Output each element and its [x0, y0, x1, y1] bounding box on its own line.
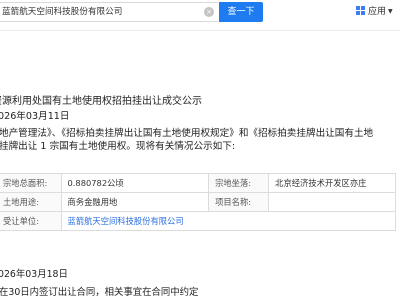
table-cell-label: 受让单位:: [0, 211, 62, 231]
apps-label: 应用: [368, 7, 387, 17]
page: 蓝箭航天空间科技股份有限公司 × 查一下 应用 ▼ 资源利用处国有土地使用权招拍挂…: [0, 0, 400, 300]
search-input[interactable]: 蓝箭航天空间科技股份有限公司: [0, 2, 218, 22]
table-row: 宗地总面积: 0.880782公顷 宗地坐落: 北京经济技术开发区亦庄: [0, 173, 396, 193]
search-bar: 蓝箭航天空间科技股份有限公司 × 查一下 应用 ▼: [0, 0, 400, 28]
search-button[interactable]: 查一下: [219, 2, 263, 22]
table-cell-value: 0.880782公顷: [60, 173, 210, 193]
table-cell-value: 商务金融用地: [60, 192, 210, 212]
chevron-down-icon: ▼: [388, 8, 393, 15]
table-cell-label: 宗地总面积:: [0, 173, 62, 193]
company-link[interactable]: 蓝箭航天空间科技股份有限公司: [68, 216, 184, 226]
table-cell-label: 宗地坐落:: [208, 173, 270, 193]
close-circle-icon[interactable]: ×: [204, 7, 214, 17]
company-link-cell: 蓝箭航天空间科技股份有限公司: [60, 211, 397, 231]
header-divider: [0, 30, 400, 31]
table-cell-label: 土地用途:: [0, 192, 62, 212]
land-info-table: 宗地总面积: 0.880782公顷 宗地坐落: 北京经济技术开发区亦庄 土地用途…: [0, 173, 397, 231]
article-title: 资源利用处国有土地使用权招拍挂出让成交公示: [0, 96, 202, 107]
apps-grid-icon: [356, 6, 365, 15]
table-row: 受让单位: 蓝箭航天空间科技股份有限公司: [0, 211, 397, 231]
table-cell-value: 北京经济技术开发区亦庄: [268, 173, 396, 193]
apps-menu[interactable]: 应用 ▼: [356, 5, 393, 19]
table-row: 土地用途: 商务金融用地 项目名称:: [0, 192, 396, 212]
publish-date: 026年03月11日: [0, 111, 70, 122]
table-cell-value: [268, 192, 396, 212]
article-paragraph-line: 地产管理法》、《招标拍卖挂牌出让国有土地使用权规定》和《招标拍卖挂牌出让国有土地: [0, 128, 374, 139]
article-paragraph-line: 挂牌出让 1 宗国有土地使用权。现将有关情况公示如下:: [0, 141, 236, 152]
table-cell-label: 项目名称:: [208, 192, 270, 212]
footer-date: 026年03月18日: [0, 269, 68, 280]
footer-text: 在30日内签订出让合同，相关事宜在合同中约定: [0, 287, 199, 298]
